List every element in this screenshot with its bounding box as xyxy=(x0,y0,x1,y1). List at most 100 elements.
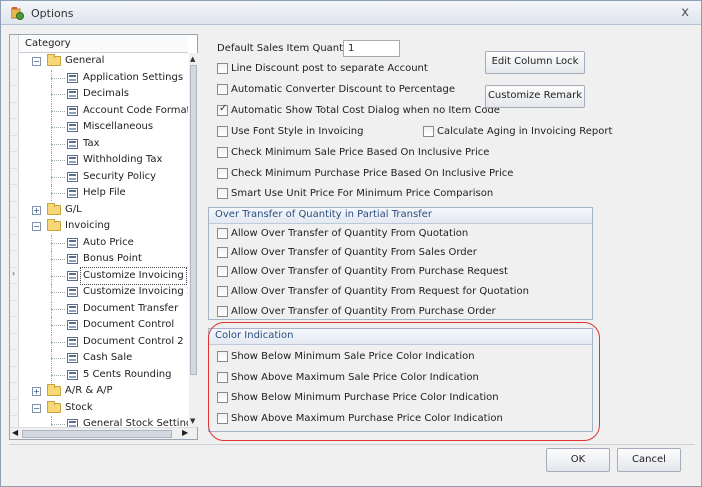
default-qty-input[interactable]: 1 xyxy=(343,40,400,57)
option-label: Allow Over Transfer of Quantity From Sal… xyxy=(231,247,477,258)
row-indicator xyxy=(10,169,19,185)
option-checkbox[interactable] xyxy=(217,103,228,116)
tree-item[interactable]: Decimals xyxy=(20,86,188,103)
tree-item-label: Help File xyxy=(83,187,126,198)
aging-checkbox[interactable] xyxy=(423,126,434,137)
tree-row-gutter: › xyxy=(10,35,19,433)
tree-connector xyxy=(51,308,65,310)
row-indicator xyxy=(10,119,19,136)
tree-item[interactable]: 5 Cents Rounding xyxy=(20,366,188,384)
tree-item[interactable]: Withholding Tax xyxy=(20,152,188,169)
customize-remark-button[interactable]: Customize Remark xyxy=(485,85,585,108)
row-indicator xyxy=(10,383,19,400)
tree-connector xyxy=(51,110,65,112)
cancel-button[interactable]: Cancel xyxy=(617,448,681,472)
tree-vertical-scrollbar[interactable]: ▲ ▼ xyxy=(189,53,198,427)
tree-item[interactable]: Security Policy xyxy=(20,168,188,186)
edit-column-lock-button[interactable]: Edit Column Lock xyxy=(485,51,585,74)
collapse-icon[interactable]: − xyxy=(32,57,41,66)
tree-item[interactable]: Auto Price xyxy=(20,234,188,252)
tree-item-label: 5 Cents Rounding xyxy=(83,368,172,380)
collapse-icon[interactable]: − xyxy=(32,222,41,231)
tree-item[interactable]: − Stock xyxy=(20,400,188,417)
option-checkbox[interactable] xyxy=(217,63,228,74)
tree-item[interactable]: − General xyxy=(20,53,188,70)
form-icon xyxy=(67,320,78,330)
form-icon xyxy=(67,419,78,427)
form-icon xyxy=(67,155,78,165)
tree-horizontal-scrollbar[interactable]: ◀ ▶ xyxy=(10,427,197,439)
folder-icon xyxy=(47,202,61,215)
option-checkbox[interactable] xyxy=(217,306,228,317)
tree-item-label: Cash Sale xyxy=(83,352,133,363)
tree-item[interactable]: Account Code Format xyxy=(20,102,188,120)
row-indicator xyxy=(10,70,19,86)
category-tree[interactable]: › Category − General Application Settings D… xyxy=(9,34,198,440)
option-checkbox[interactable] xyxy=(217,286,228,297)
tree-item-label: Stock xyxy=(65,401,93,413)
option-checkbox[interactable] xyxy=(217,168,228,179)
close-icon[interactable]: x xyxy=(681,5,689,20)
tree-item[interactable]: Document Transfer xyxy=(20,300,188,318)
option-checkbox[interactable] xyxy=(217,228,228,239)
option-checkbox[interactable] xyxy=(217,247,228,258)
category-header: Category xyxy=(19,36,188,53)
tree-item[interactable]: Document Control xyxy=(20,317,188,334)
tree-item-label: Security Policy xyxy=(83,170,157,182)
tree-item[interactable]: Customize Invoicing xyxy=(20,266,188,285)
form-icon xyxy=(67,254,78,264)
tree-connector xyxy=(51,94,65,95)
tree-item[interactable]: Customize Invoicing 2 xyxy=(20,284,188,301)
tree-item[interactable]: − Invoicing xyxy=(20,218,188,235)
folder-icon xyxy=(47,400,61,413)
tree-item[interactable]: Application Settings xyxy=(20,69,188,87)
options-window: Options x › Category − General Application… xyxy=(0,0,702,487)
ok-button[interactable]: OK xyxy=(546,448,610,472)
form-icon xyxy=(67,353,78,363)
scroll-right-icon[interactable]: ▶ xyxy=(182,428,188,437)
form-icon xyxy=(67,270,78,281)
option-label: Check Minimum Purchase Price Based On In… xyxy=(231,168,514,179)
scroll-up-icon[interactable]: ▲ xyxy=(190,55,195,63)
tree-item-label: Document Control xyxy=(83,319,175,330)
tree-item[interactable]: Miscellaneous xyxy=(20,119,188,136)
scroll-thumb-horizontal[interactable] xyxy=(22,430,172,438)
option-checkbox[interactable] xyxy=(217,84,228,95)
tree-connector xyxy=(51,292,65,293)
tree-item[interactable]: Help File xyxy=(20,185,188,202)
tree-item-label: Bonus Point xyxy=(83,253,142,264)
tree-item[interactable]: Tax xyxy=(20,135,188,153)
tree-item[interactable]: + G/L xyxy=(20,202,188,219)
row-indicator xyxy=(10,152,19,169)
tree-item-label: General Stock Setting xyxy=(83,418,188,427)
collapse-icon[interactable]: − xyxy=(32,403,41,413)
expand-icon[interactable]: + xyxy=(32,387,41,396)
form-icon xyxy=(67,336,78,347)
tree-item[interactable]: Document Control 2 xyxy=(20,333,188,351)
expand-icon[interactable]: + xyxy=(32,205,41,215)
tree-connector xyxy=(51,259,65,260)
scroll-down-icon[interactable]: ▼ xyxy=(190,417,195,425)
tree-item[interactable]: + A/R & A/P xyxy=(20,383,188,400)
option-checkbox[interactable] xyxy=(217,147,228,158)
row-indicator xyxy=(10,185,19,202)
form-icon xyxy=(67,89,78,99)
scroll-left-icon[interactable]: ◀ xyxy=(12,428,18,437)
option-checkbox[interactable] xyxy=(217,266,228,277)
option-checkbox[interactable] xyxy=(217,188,228,199)
option-label: Check Minimum Sale Price Based On Inclus… xyxy=(231,147,490,158)
tree-connector xyxy=(51,374,65,376)
tree-connector xyxy=(51,176,65,178)
row-indicator xyxy=(10,251,19,268)
tree-connector xyxy=(51,341,65,343)
form-icon xyxy=(67,105,78,116)
tree-item-label: Decimals xyxy=(83,88,129,99)
option-checkbox[interactable] xyxy=(217,126,228,137)
tree-item-label: Customize Invoicing 2 xyxy=(83,286,188,297)
row-indicator xyxy=(10,367,19,383)
tree-item[interactable]: Bonus Point xyxy=(20,251,188,268)
tree-item[interactable]: Cash Sale xyxy=(20,350,188,367)
option-label: Allow Over Transfer of Quantity From Pur… xyxy=(231,266,508,277)
tree-item[interactable]: General Stock Setting xyxy=(20,416,188,427)
scroll-thumb[interactable] xyxy=(190,65,197,375)
